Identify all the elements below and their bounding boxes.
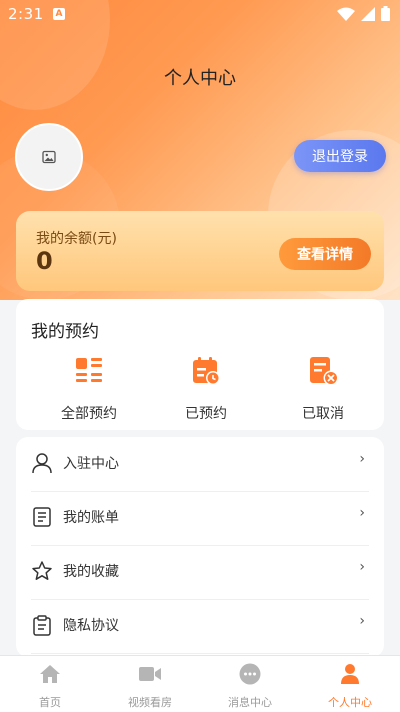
image-placeholder-icon xyxy=(42,150,56,164)
status-time: 2:31 xyxy=(8,5,44,23)
star-icon xyxy=(32,561,52,580)
logout-button[interactable]: 退出登录 xyxy=(294,140,386,172)
grid-list-icon xyxy=(76,358,102,382)
balance-amount: 0 xyxy=(36,247,53,275)
tab-message-center[interactable]: 消息中心 xyxy=(200,656,300,712)
notification-badge: A xyxy=(53,8,65,20)
tab-home[interactable]: 首页 xyxy=(0,656,100,712)
clipboard-icon xyxy=(33,615,51,636)
reservations-card: 我的预约 全部预约 已预约 已取消 xyxy=(16,299,384,430)
calendar-clock-icon xyxy=(193,357,220,385)
menu-item-label: 我的收藏 xyxy=(63,564,119,580)
cancelled-label: 已取消 xyxy=(302,406,344,422)
avatar[interactable] xyxy=(15,123,83,191)
tab-video-tour[interactable]: 视频看房 xyxy=(100,656,200,712)
battery-icon xyxy=(381,6,390,21)
status-bar: 2:31 A xyxy=(0,0,400,28)
view-details-button[interactable]: 查看详情 xyxy=(279,238,371,270)
chevron-right-icon: › xyxy=(359,451,365,467)
tab-label: 消息中心 xyxy=(228,696,272,709)
menu-card: 入驻中心 › 我的账单 › 我的收藏 › 隐私协议 › xyxy=(16,437,384,657)
balance-label: 我的余额(元) xyxy=(36,231,117,247)
chevron-right-icon: › xyxy=(359,559,365,575)
video-icon xyxy=(139,667,161,681)
reserved-button[interactable]: 已预约 xyxy=(151,355,261,422)
reserved-label: 已预约 xyxy=(185,406,227,422)
tab-label: 视频看房 xyxy=(128,696,172,709)
bill-icon xyxy=(33,507,51,527)
message-icon xyxy=(239,663,261,685)
user-icon xyxy=(32,453,52,474)
document-cancel-icon xyxy=(310,357,339,386)
bottom-tab-bar: 首页 视频看房 消息中心 个人中心 xyxy=(0,655,400,712)
chevron-right-icon: › xyxy=(359,613,365,629)
all-reservations-button[interactable]: 全部预约 xyxy=(34,355,144,422)
menu-item-privacy-policy[interactable]: 隐私协议 › xyxy=(31,599,369,654)
tab-label: 个人中心 xyxy=(328,696,372,709)
person-icon xyxy=(341,664,359,684)
signal-icon xyxy=(361,6,375,21)
tab-label: 首页 xyxy=(39,696,61,709)
page-title: 个人中心 xyxy=(164,68,236,89)
reservations-title: 我的预约 xyxy=(31,322,99,342)
menu-item-settle-center[interactable]: 入驻中心 › xyxy=(31,437,369,492)
home-icon xyxy=(40,665,60,683)
menu-item-label: 入驻中心 xyxy=(63,456,119,472)
menu-item-my-favorites[interactable]: 我的收藏 › xyxy=(31,545,369,600)
all-reservations-label: 全部预约 xyxy=(61,406,117,422)
menu-item-label: 我的账单 xyxy=(63,510,119,526)
chevron-right-icon: › xyxy=(359,505,365,521)
system-icons xyxy=(337,6,390,21)
tab-personal-center[interactable]: 个人中心 xyxy=(300,656,400,712)
menu-item-my-bills[interactable]: 我的账单 › xyxy=(31,491,369,546)
wifi-icon xyxy=(337,7,355,21)
balance-card: 我的余额(元) 0 查看详情 xyxy=(16,211,384,291)
cancelled-button[interactable]: 已取消 xyxy=(268,355,378,422)
menu-item-label: 隐私协议 xyxy=(63,618,119,634)
